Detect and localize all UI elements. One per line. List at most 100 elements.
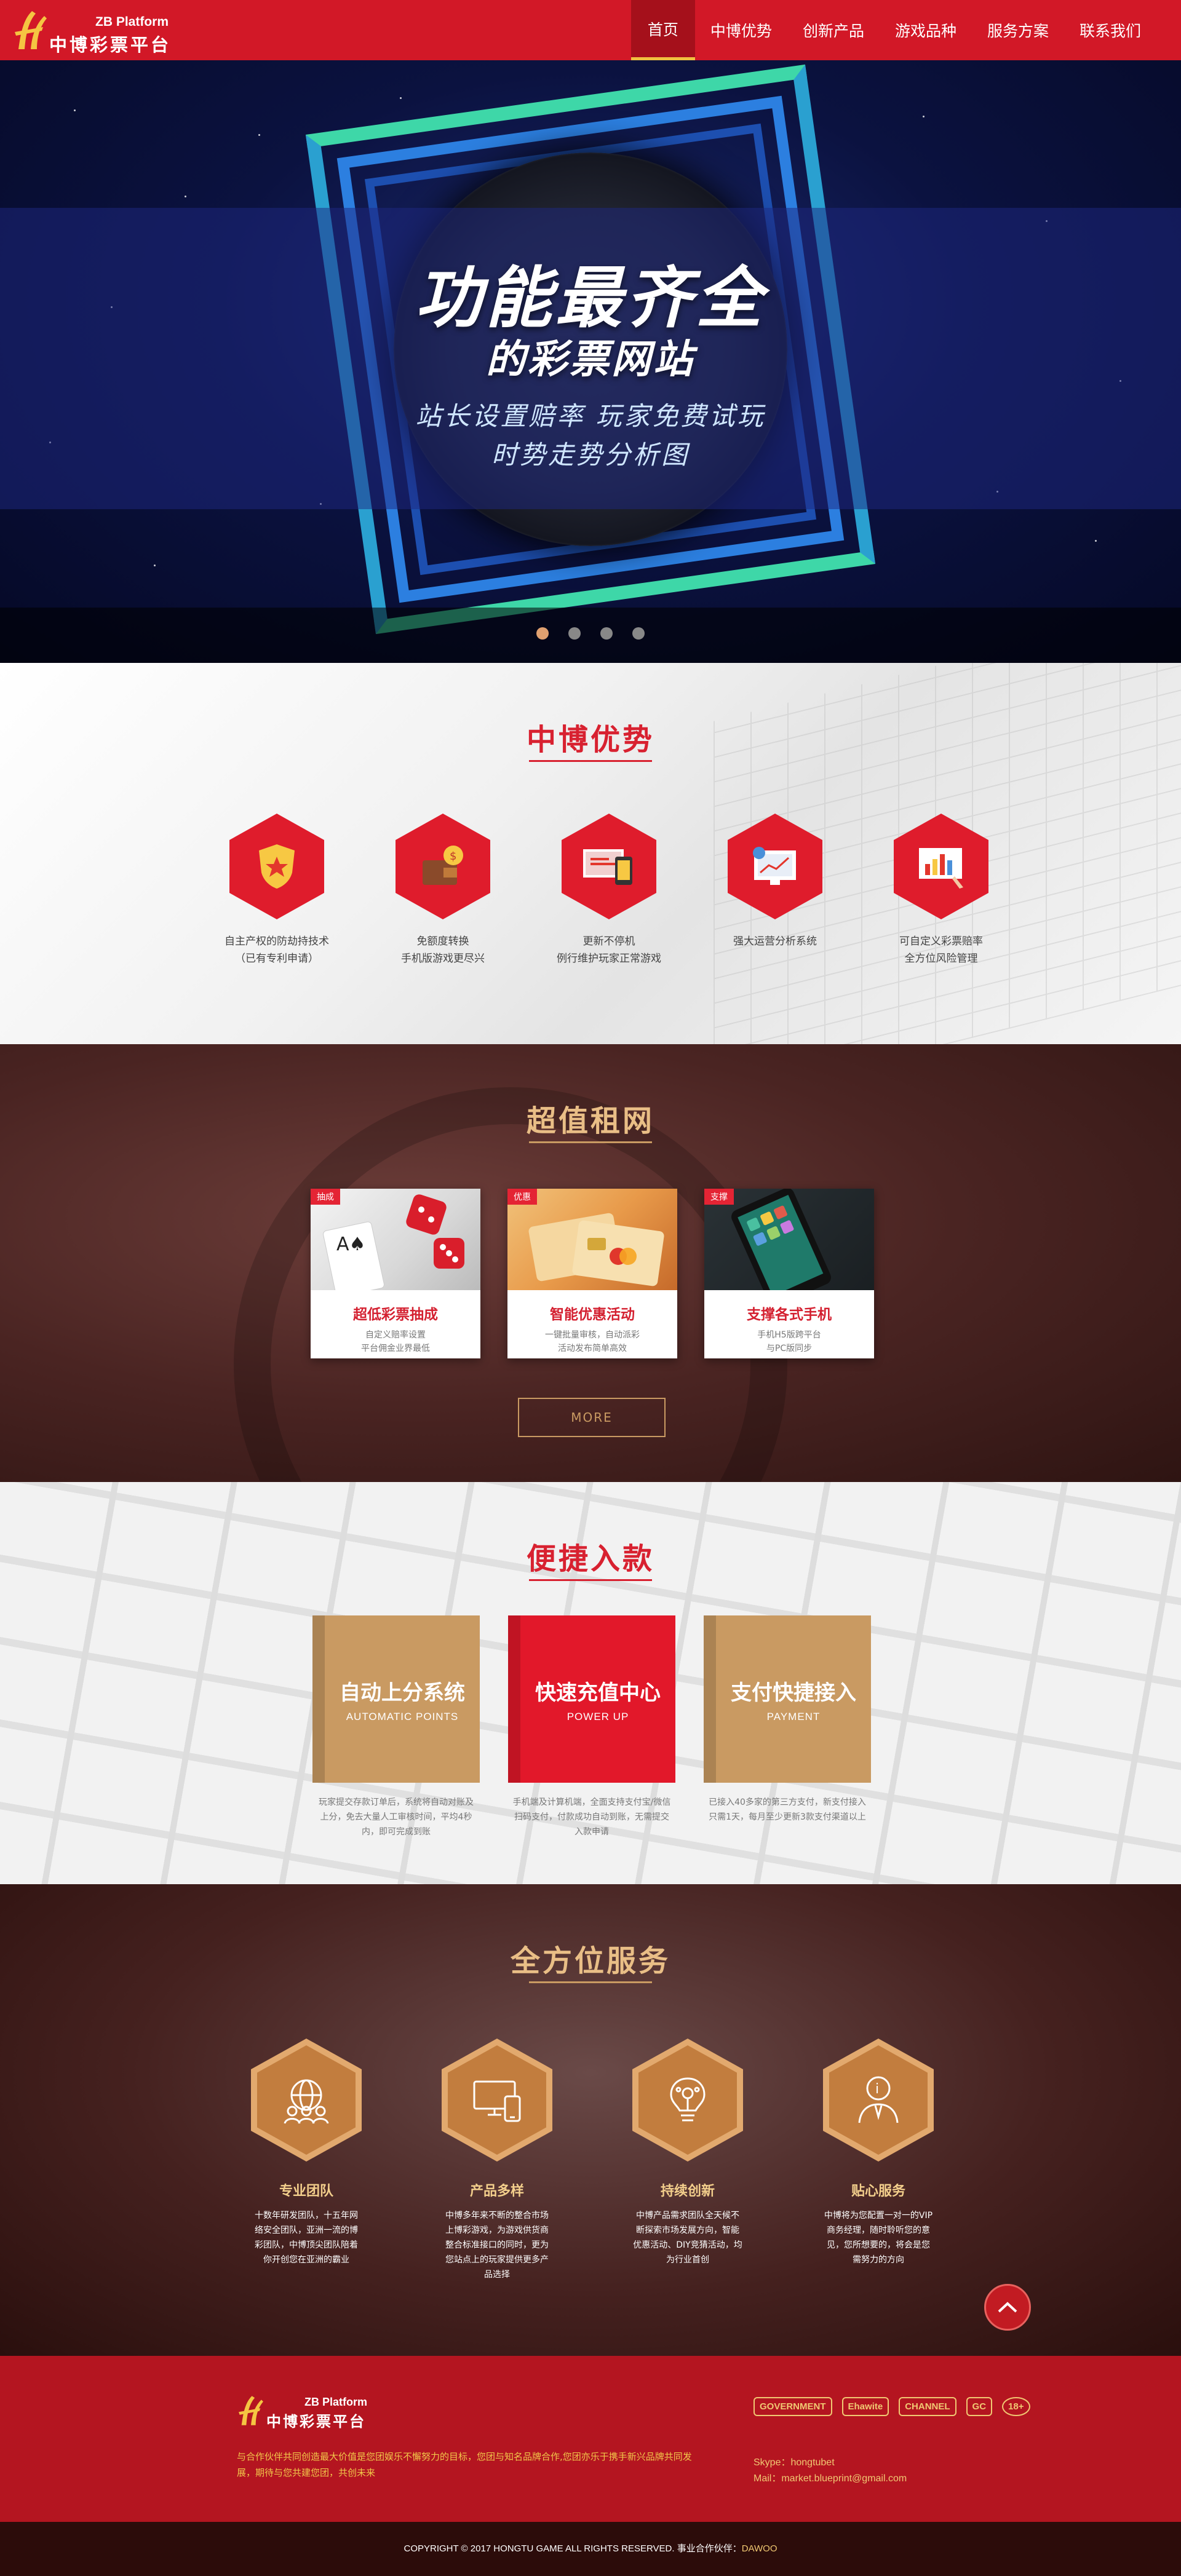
deposit-card-text: 已接入40多家的第三方支付，新支付接入只需1天，每月至少更新3款支付渠道以上 [709,1797,866,1822]
service-item: 持续创新 中博产品需求团队全天候不断探索市场发展方向，智能优惠活动、DIY竞猜活… [632,2039,743,2282]
nav-item-games[interactable]: 游戏品种 [880,0,972,60]
team-globe-icon [251,2039,362,2162]
footer [0,2356,1181,2522]
service-item-text: 中博产品需求团队全天候不断探索市场发展方向，智能优惠活动、DIY竞猜活动，均为行… [633,2211,742,2265]
smartphone-image: 支撑 [704,1189,874,1290]
rent-card-desc: 一键批量审核，自动派彩 [545,1330,640,1340]
service-item-title: 贴心服务 [851,2184,905,2199]
chevron-up-icon [998,2302,1017,2313]
service-item-text: 中博将为您配置一对一的VIP商务经理，随时聆听您的意见，您所想要的，将会是您需努… [824,2211,933,2265]
skype-contact[interactable]: Skype：hongtubet [754,2455,907,2471]
advantage-item: 自主产权的防劫持技术 （已有专利申请） [209,814,344,967]
logo-title: 中博彩票平台 [49,34,172,55]
deposit-underline [529,1579,652,1581]
carousel-dot-3[interactable] [600,627,613,640]
service-item-title: 产品多样 [469,2184,524,2199]
advantage-underline [529,760,652,762]
nav-menu: 首页 中博优势 创新产品 游戏品种 服务方案 联系我们 [630,0,1156,60]
deposit-card-text: 手机端及计算机端，全面支持支付宝/微信扫码支付，付款成功自动到账，无需提交入款申… [512,1797,671,1837]
svg-text:A♠: A♠ [336,1234,365,1255]
deposit-title: 便捷入款 [526,1542,654,1576]
deposit-card-subtitle: PAYMENT [766,1710,821,1722]
hero-banner: 功能最齐全 的彩票网站 站长设置赔率 玩家免费试玩 时势走势分析图 [0,60,1181,663]
advantage-text-2: 全方位风险管理 [904,953,978,965]
top-nav: ZB Platform 中博彩票平台 首页 中博优势 创新产品 游戏品种 服务方… [0,0,1181,60]
advantage-text: 免额度转换 [416,935,469,948]
logo[interactable]: ZB Platform 中博彩票平台 [12,5,172,55]
advantage-text: 强大运营分析系统 [733,935,817,948]
advantage-text: 可自定义彩票赔率 [899,935,983,948]
hero-title-2: 的彩票网站 [486,337,695,382]
credit-cards-image: 优惠 [507,1189,677,1290]
footer-logo[interactable]: ZB Platform 中博彩票平台 [237,2390,378,2433]
hero-subtitle-2: 时势走势分析图 [491,440,690,470]
service-item-text: 中博多年来不断的整合市场上博彩游戏，为游戏供货商整合标准接口的同时，更为您站点上… [445,2211,549,2280]
partner-logo: GC [966,2397,993,2416]
rent-card-title: 支撑各式手机 [747,1307,832,1323]
mail-contact[interactable]: Mail：market.blueprint@gmail.com [754,2471,907,2487]
shield-star-icon [229,814,324,919]
deposit-card: 支付快捷接入 PAYMENT 已接入40多家的第三方支付，新支付接入只需1天，每… [704,1615,871,1839]
partner-name-link[interactable]: DAWOO [742,2543,777,2554]
rent-card[interactable]: 优惠 智能优惠活动 一键批量审核，自动派彩 活动发布简单高效 [507,1189,677,1358]
advantage-list: 自主产权的防劫持技术 （已有专利申请） $ 免额度转换手机版游戏更尽兴 更新不停机… [209,814,1009,967]
wallet-coin-icon: $ [396,814,490,919]
advantage-text: 自主产权的防劫持技术 [225,935,329,948]
rent-card-title: 超低彩票抽成 [353,1307,438,1323]
rent-card[interactable]: 支撑 支撑各式手机 手机H5版跨平台 与PC版同步 [704,1189,874,1358]
advantage-text-2: 例行维护玩家正常游戏 [557,953,661,965]
rent-card-desc: 手机H5版跨平台 [757,1330,821,1340]
deposit-card-title: 自动上分系统 [340,1680,465,1705]
advantage-item: 更新不停机例行维护玩家正常游戏 [541,814,677,967]
advantage-text-2: （已有专利申请） [235,953,319,965]
rent-title: 超值租网 [526,1104,654,1138]
rent-card[interactable]: A♠ 抽成 超低彩票抽成 自定义赔率设置 平台佣金业界最低 [311,1189,480,1358]
service-item-title: 专业团队 [279,2184,333,2199]
deposit-card-title: 支付快捷接入 [731,1680,856,1705]
carousel-dots [0,627,1181,640]
advantage-title: 中博优势 [526,723,654,757]
nav-item-advantage[interactable]: 中博优势 [695,0,787,60]
rent-tag: 支撑 [704,1189,734,1205]
more-button[interactable]: MORE [518,1398,666,1437]
rent-tag: 抽成 [311,1189,340,1205]
payment-tile[interactable]: 支付快捷接入 PAYMENT [704,1615,871,1783]
rent-card-desc: 自定义赔率设置 [365,1330,426,1340]
rent-card-list: A♠ 抽成 超低彩票抽成 自定义赔率设置 平台佣金业界最低 优惠 智能优惠活动 一… [311,1189,874,1358]
nav-item-home[interactable]: 首页 [630,0,695,60]
carousel-dot-4[interactable] [632,627,645,640]
age-18-icon: 18+ [1002,2397,1030,2416]
hero-subtitle: 站长设置赔率 玩家免费试玩 [415,401,766,431]
advantage-section: 中博优势 自主产权的防劫持技术 （已有专利申请） $ 免额度转换手机版游戏更尽兴 … [0,663,1181,1044]
advantage-item: $ 免额度转换手机版游戏更尽兴 [375,814,511,967]
back-to-top-button[interactable] [984,2284,1031,2331]
dice-cards-image: A♠ 抽成 [311,1189,480,1290]
advantage-text: 更新不停机 [583,935,635,948]
nav-item-contact[interactable]: 联系我们 [1064,0,1156,60]
rent-card-desc-2: 与PC版同步 [766,1344,813,1353]
footer-description: 与合作伙伴共同创造最大价值是您团娱乐不懈努力的目标，您团与知名品牌合作,您团亦乐… [237,2451,692,2478]
hero-title: 功能最齐全 [415,260,766,337]
copyright-text: COPYRIGHT © 2017 HONGTU GAME ALL RIGHTS … [404,2543,742,2554]
contact-info: Skype：hongtubet Mail：market.blueprint@gm… [754,2455,907,2487]
analytics-screen-icon [728,814,822,919]
carousel-dot-2[interactable] [568,627,581,640]
advantage-text-2: 手机版游戏更尽兴 [401,953,485,965]
svg-text:i: i [875,2082,879,2097]
nav-item-services[interactable]: 服务方案 [972,0,1064,60]
partner-logo: Ehawite [841,2397,889,2416]
service-item-text: 十数年研发团队，十五年网络安全团队，亚洲一流的博彩团队，中博顶尖团队陪着你开创您… [255,2211,358,2265]
power-up-tile[interactable]: 快速充值中心 POWER UP [508,1615,675,1783]
svg-text:$: $ [450,850,456,863]
carousel-dot-1[interactable] [536,627,549,640]
service-item: 产品多样 中博多年来不断的整合市场上博彩游戏，为游戏供货商整合标准接口的同时，更… [442,2039,552,2282]
deposit-card-subtitle: POWER UP [567,1710,629,1722]
copyright-bar: COPYRIGHT © 2017 HONGTU GAME ALL RIGHTS … [0,2522,1181,2576]
rent-underline [529,1141,652,1143]
partner-logos: GOVERNMENT Ehawite CHANNEL GC 18+ [754,2397,1030,2416]
advantage-item: 可自定义彩票赔率 全方位风险管理 [873,814,1009,967]
automatic-points-tile[interactable]: 自动上分系统 AUTOMATIC POINTS [312,1615,480,1783]
deposit-card-subtitle: AUTOMATIC POINTS [346,1710,459,1722]
rent-tag: 优惠 [507,1189,537,1205]
nav-item-products[interactable]: 创新产品 [787,0,880,60]
